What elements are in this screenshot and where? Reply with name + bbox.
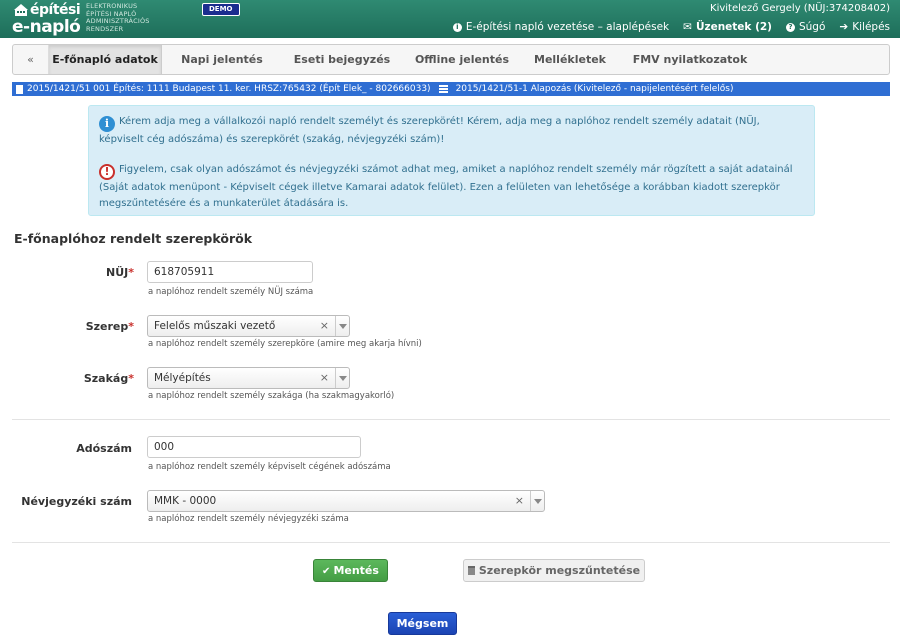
chevron-down-icon[interactable] <box>335 368 349 388</box>
top-header: építési e-napló ELEKTRONIKUS ÉPÍTÉSI NAP… <box>0 0 900 38</box>
logo-text-bottom: e-napló <box>12 17 81 37</box>
messages-link[interactable]: ✉ Üzenetek (2) <box>683 21 772 33</box>
szerep-label: Szerep* <box>85 320 134 333</box>
demo-badge: DEMO <box>202 3 240 16</box>
adoszam-help: a naplóhoz rendelt személy képviselt cég… <box>148 462 391 472</box>
szerep-help: a naplóhoz rendelt személy szerepköre (a… <box>148 339 422 349</box>
app-logo[interactable]: építési e-napló <box>12 2 82 37</box>
nevjegyzek-select[interactable]: MMK - 0000 × <box>147 490 545 512</box>
tab-fmv-nyilatkozatok[interactable]: FMV nyilatkozatok <box>618 45 762 74</box>
trash-icon <box>467 566 475 575</box>
adoszam-label: Adószám <box>76 442 132 455</box>
nuj-input[interactable]: 618705911 <box>147 261 313 283</box>
envelope-icon: ✉ <box>683 21 692 33</box>
warning-icon: ! <box>99 164 115 180</box>
logo-subtitle: ELEKTRONIKUS ÉPÍTÉSI NAPLÓ ADMINISZTRÁCI… <box>86 2 150 33</box>
logout-link[interactable]: ➔ Kilépés <box>839 21 890 33</box>
logout-arrow-icon: ➔ <box>839 21 849 33</box>
szakag-select[interactable]: Mélyépítés × <box>147 367 350 389</box>
breadcrumb-diary[interactable]: 2015/1421/51-1 Alapozás (Kivitelező - na… <box>456 82 734 96</box>
nevjegyzek-help: a naplóhoz rendelt személy névjegyzéki s… <box>148 514 349 524</box>
house-logo-icon <box>14 4 28 16</box>
info-circle-icon: i <box>452 22 462 32</box>
header-links: i E-építési napló vezetése – alaplépések… <box>452 21 890 33</box>
section-title: E-főnaplóhoz rendelt szerepkörök <box>14 231 253 246</box>
breadcrumb-project[interactable]: 2015/1421/51 001 Építés: 1111 Budapest 1… <box>27 82 431 96</box>
question-icon: ? <box>785 22 795 32</box>
revoke-role-button[interactable]: Szerepkör megszűntetése <box>463 559 645 582</box>
clear-icon[interactable]: × <box>320 368 329 388</box>
save-button[interactable]: ✔ Mentés <box>313 559 388 582</box>
alert-info-paragraph: i Kérem adja meg a vállalkozói napló rend… <box>99 116 760 145</box>
szakag-help: a naplóhoz rendelt személy szakága (ha s… <box>148 391 395 401</box>
divider <box>12 542 890 543</box>
main-tabs: « E-főnapló adatok Napi jelentés Eseti b… <box>12 44 890 75</box>
nuj-label: NÜJ* <box>106 266 134 279</box>
divider <box>12 419 890 420</box>
tab-collapse[interactable]: « <box>13 45 49 74</box>
cancel-button[interactable]: Mégsem <box>388 612 457 635</box>
info-icon: i <box>99 116 115 132</box>
tab-mellekletek[interactable]: Mellékletek <box>522 45 618 74</box>
nevjegyzek-label: Névjegyzéki szám <box>21 495 132 508</box>
list-icon <box>438 85 448 93</box>
project-breadcrumb: 2015/1421/51 001 Építés: 1111 Budapest 1… <box>12 82 890 96</box>
tab-napi-jelentes[interactable]: Napi jelentés <box>162 45 282 74</box>
nuj-help: a naplóhoz rendelt személy NÜJ száma <box>148 287 314 297</box>
guide-link[interactable]: i E-építési napló vezetése – alaplépések <box>452 21 669 33</box>
current-user: Kivitelező Gergely (NÜJ:374208402) <box>710 3 890 14</box>
clear-icon[interactable]: × <box>515 491 524 511</box>
help-link[interactable]: ? Súgó <box>785 21 825 33</box>
szakag-label: Szakág* <box>83 372 134 385</box>
chevron-down-icon[interactable] <box>530 491 544 511</box>
document-icon <box>16 84 23 94</box>
info-alert: i Kérem adja meg a vállalkozói napló rend… <box>88 105 815 216</box>
logo-text-top: építési <box>30 2 81 18</box>
chevron-down-icon[interactable] <box>335 316 349 336</box>
adoszam-input[interactable]: 000 <box>147 436 361 458</box>
check-icon: ✔ <box>322 566 331 577</box>
tab-efonaplo-adatok[interactable]: E-főnapló adatok <box>49 45 162 74</box>
alert-warning-paragraph: ! Figyelem, csak olyan adószámot és névje… <box>99 164 793 209</box>
required-mark: * <box>128 320 134 333</box>
clear-icon[interactable]: × <box>320 316 329 336</box>
app-root: építési e-napló ELEKTRONIKUS ÉPÍTÉSI NAP… <box>0 0 900 641</box>
required-mark: * <box>128 266 134 279</box>
szerep-select[interactable]: Felelős műszaki vezető × <box>147 315 350 337</box>
required-mark: * <box>128 372 134 385</box>
tab-eseti-bejegyzes[interactable]: Eseti bejegyzés <box>282 45 402 74</box>
tab-offline-jelentes[interactable]: Offline jelentés <box>402 45 522 74</box>
